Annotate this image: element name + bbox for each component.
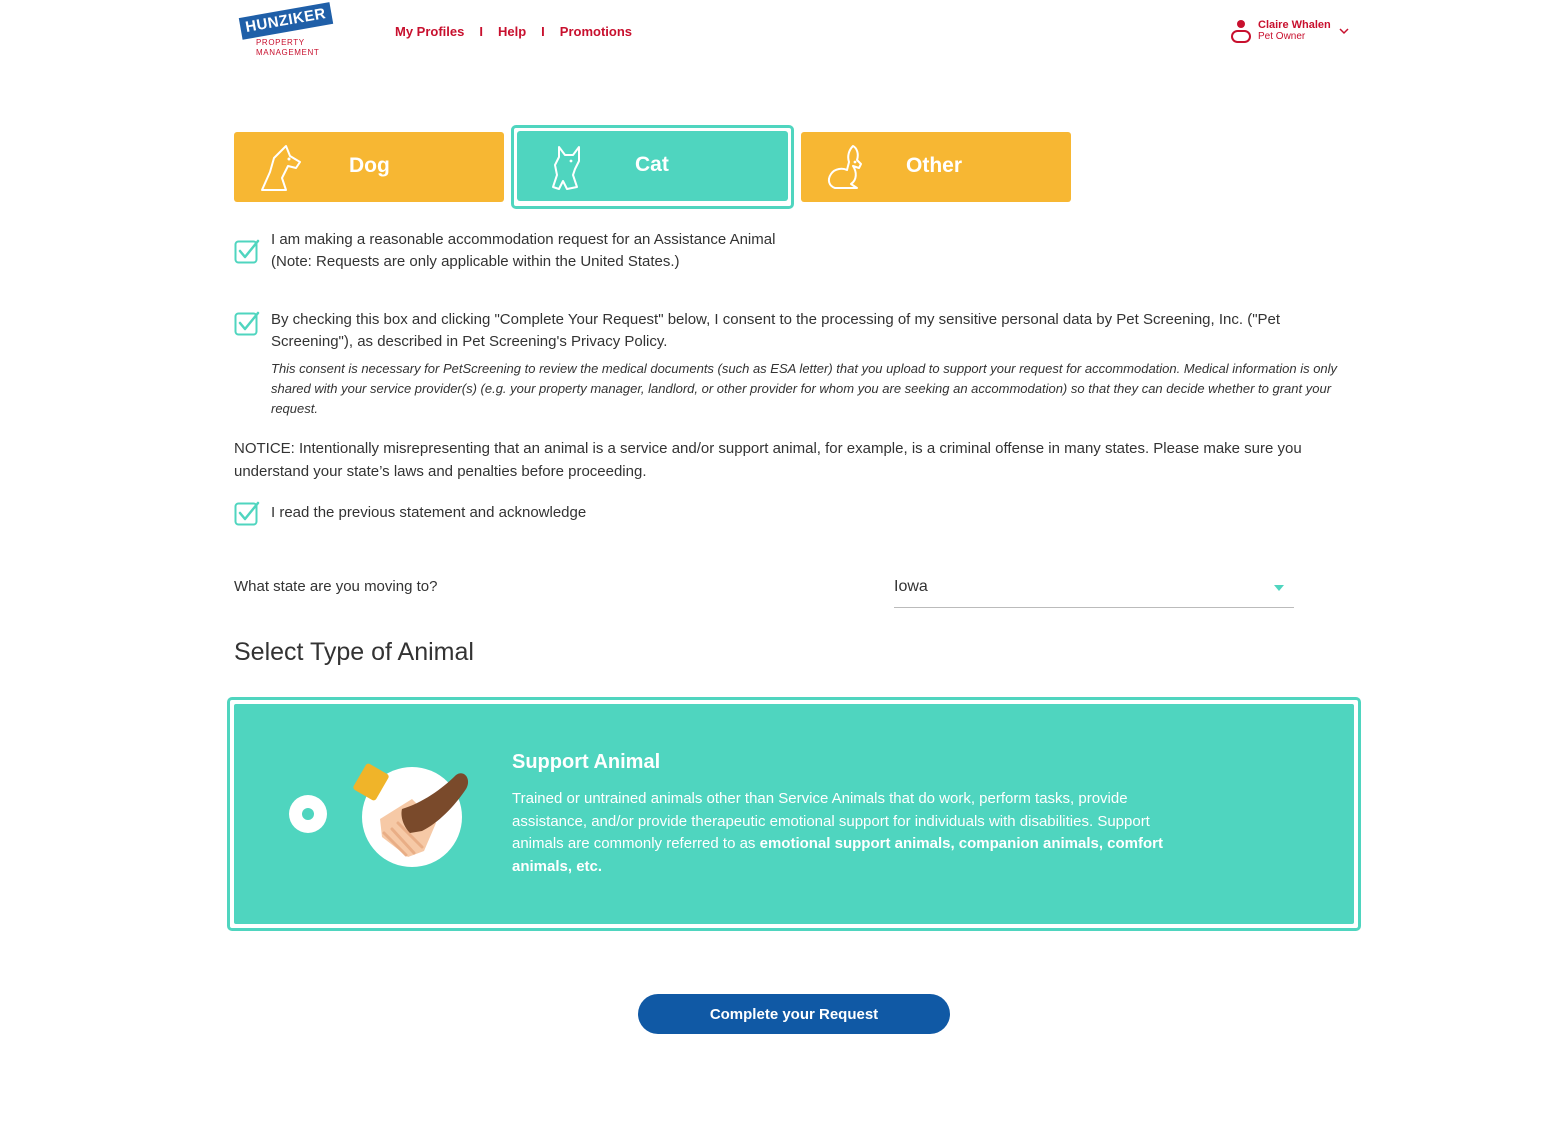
state-select-value: Iowa <box>894 578 928 595</box>
user-role: Pet Owner <box>1258 31 1306 42</box>
top-nav: My Profiles I Help I Promotions <box>395 24 632 39</box>
user-icon <box>1231 20 1251 43</box>
pet-type-other[interactable]: Other <box>801 132 1071 202</box>
radio-selected-dot <box>302 808 314 820</box>
nav-separator: I <box>479 24 483 39</box>
support-animal-title: Support Animal <box>512 751 661 773</box>
hunziker-logo[interactable]: HUNZIKER PROPERTY MANAGEMENT <box>238 2 338 60</box>
complete-request-button[interactable]: Complete your Request <box>638 994 950 1034</box>
dog-icon <box>261 145 301 191</box>
pet-type-cat-label: Cat <box>635 153 669 176</box>
consent-text: By checking this box and clicking "Compl… <box>271 311 1281 350</box>
chevron-down-icon[interactable] <box>1339 27 1349 35</box>
accommodation-checkbox[interactable] <box>234 238 260 264</box>
nav-promotions[interactable]: Promotions <box>560 24 632 39</box>
pet-type-cat[interactable]: Cat <box>517 131 788 201</box>
user-menu[interactable]: Claire Whalen Pet Owner <box>1230 18 1349 44</box>
cat-icon <box>552 146 580 190</box>
notice-text: NOTICE: Intentionally misrepresenting th… <box>234 440 1302 480</box>
pet-type-dog[interactable]: Dog <box>234 132 504 202</box>
caret-down-icon <box>1274 585 1284 591</box>
pet-type-dog-label: Dog <box>349 154 390 177</box>
accommodation-line1: I am making a reasonable accommodation r… <box>271 231 776 248</box>
nav-help[interactable]: Help <box>498 24 526 39</box>
support-animal-card[interactable]: Support Animal Trained or untrained anim… <box>234 704 1354 924</box>
accommodation-text: I am making a reasonable accommodation r… <box>271 229 1171 273</box>
consent-note: This consent is necessary for PetScreeni… <box>271 361 1338 416</box>
state-select[interactable]: Iowa <box>894 574 1294 608</box>
logo-subtitle: PROPERTY MANAGEMENT <box>256 38 319 58</box>
logo-sub-line2: MANAGEMENT <box>256 48 320 57</box>
consent-checkbox[interactable] <box>234 310 260 336</box>
accommodation-line2: (Note: Requests are only applicable with… <box>271 253 680 270</box>
state-label: What state are you moving to? <box>234 578 438 595</box>
nav-separator: I <box>541 24 545 39</box>
logo-brand: HUNZIKER <box>238 2 333 40</box>
logo-sub-line1: PROPERTY <box>256 38 305 47</box>
support-animal-radio[interactable] <box>289 795 327 833</box>
user-info: Claire Whalen Pet Owner <box>1258 19 1331 43</box>
user-name: Claire Whalen <box>1258 19 1331 31</box>
support-animal-description: Trained or untrained animals other than … <box>512 788 1192 878</box>
pet-type-other-label: Other <box>906 154 963 177</box>
section-title: Select Type of Animal <box>234 638 474 666</box>
acknowledge-text: I read the previous statement and acknow… <box>271 504 587 521</box>
helping-hands-icon <box>353 763 469 867</box>
nav-my-profiles[interactable]: My Profiles <box>395 24 464 39</box>
acknowledge-checkbox[interactable] <box>234 500 260 526</box>
rabbit-icon <box>827 145 862 189</box>
